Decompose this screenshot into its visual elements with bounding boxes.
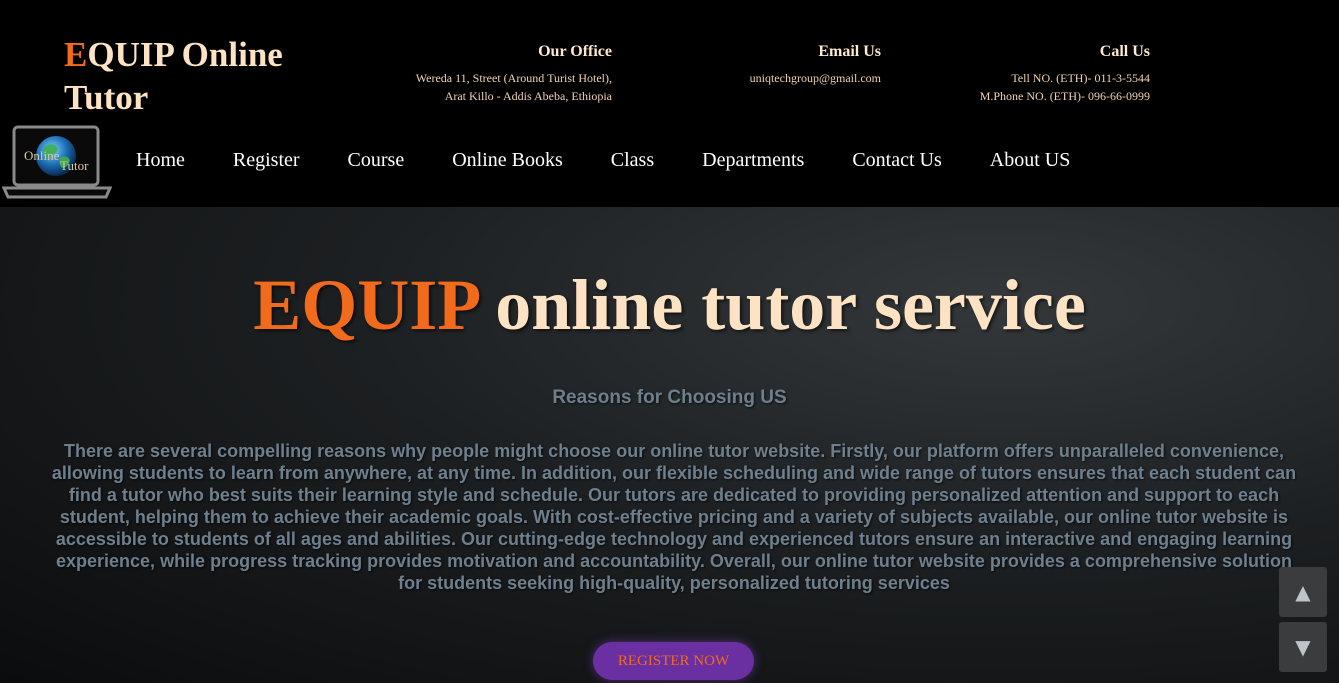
office-info: Our Office Wereda 11, Street (Around Tur… [340,43,612,105]
hero-title-rest: online tutor service [477,265,1086,345]
office-address-line2: Arat Killo - Addis Abeba, Ethiopia [444,89,612,103]
laptop-globe-icon[interactable]: Online Tutor [1,124,113,202]
reasons-heading: Reasons for Choosing US [552,387,787,408]
site-header: EQUIP Online Tutor Our Office Wereda 11,… [0,0,1339,207]
register-now-button[interactable]: REGISTER NOW [593,642,754,680]
logo-text-tutor: Tutor [60,158,89,173]
mobile-number[interactable]: M.Phone NO. (ETH)- 096-66-0999 [900,87,1150,105]
hero-title-accent: EQUIP [253,265,478,345]
site-brand[interactable]: EQUIP Online Tutor [64,33,324,119]
main-nav: Home Register Course Online Books Class … [136,146,1118,174]
telephone-number[interactable]: Tell NO. (ETH)- 011-3-5544 [900,69,1150,87]
nav-item-register[interactable]: Register [233,146,300,174]
brand-accent-letter: E [64,35,88,74]
email-title: Email Us [818,43,881,60]
hero-title: EQUIP online tutor service [0,265,1339,345]
nav-item-online-books[interactable]: Online Books [452,146,563,174]
nav-item-home[interactable]: Home [136,146,185,174]
call-title: Call Us [1099,43,1150,60]
arrow-down-icon: ▼ [1295,635,1311,659]
nav-item-departments[interactable]: Departments [702,146,804,174]
nav-item-class[interactable]: Class [611,146,654,174]
hero-section: EQUIP online tutor service Reasons for C… [0,207,1339,683]
office-title: Our Office [538,43,612,60]
office-address-line1: Wereda 11, Street (Around Turist Hotel), [415,71,612,85]
nav-item-course[interactable]: Course [348,146,405,174]
call-info: Call Us Tell NO. (ETH)- 011-3-5544 M.Pho… [900,43,1150,105]
nav-item-about-us[interactable]: About US [990,146,1071,174]
scroll-up-button[interactable]: ▲ [1279,567,1327,617]
scroll-down-button[interactable]: ▼ [1279,622,1327,672]
reasons-paragraph: There are several compelling reasons why… [51,441,1297,593]
brand-name: QUIP Online Tutor [64,35,283,117]
page: EQUIP Online Tutor Our Office Wereda 11,… [0,0,1339,683]
nav-item-contact-us[interactable]: Contact Us [852,146,941,174]
email-info: Email Us uniqtechgroup@gmail.com [660,43,881,87]
arrow-up-icon: ▲ [1295,580,1311,604]
email-address[interactable]: uniqtechgroup@gmail.com [660,69,881,87]
logo-text-online: Online [24,148,60,163]
